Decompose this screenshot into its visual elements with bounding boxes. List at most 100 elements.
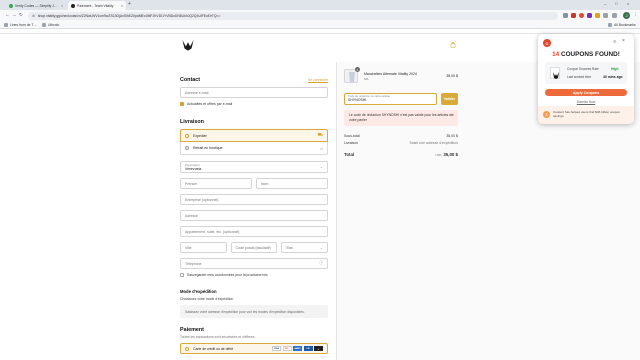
vitality-wasp-logo-icon[interactable] [181,38,195,52]
product-name: Manchettes Alternate Vitality 2024 [364,71,417,76]
city-field[interactable]: Ville [180,242,227,253]
newsletter-checkbox[interactable] [180,102,184,107]
coupon-stats-card: Coupon Success Rate High Last worked tim… [545,62,627,84]
delivery-option-ship[interactable]: Expédier ⛟ [180,129,328,142]
country-select[interactable]: Pays/région Venezuela ⌄ [180,161,328,173]
postal-code-field[interactable]: Code postal (facultatif) [230,242,278,253]
apply-coupon-button[interactable]: Valider [441,93,458,105]
chevron-down-icon: ⌄ [320,165,323,169]
lastname-field[interactable]: Nom [256,178,328,189]
tab-favicon-icon [71,3,75,8]
address-field[interactable]: Adresse [180,210,328,221]
extension-icon[interactable] [587,12,592,18]
dismiss-now-link[interactable]: Dismiss Now [538,100,634,104]
tab-verify-codes[interactable]: Verify Codes — Simplify J… × [6,1,66,10]
minimize-icon[interactable]: – [604,1,606,6]
payment-heading: Paiement [180,327,204,333]
radio-pickup[interactable] [185,146,189,150]
quantity-badge: 1 [355,67,360,72]
product-price: 35,00 $ [446,74,458,78]
shipping-method-section: Mode d'expédition Choisissez votre mode … [180,289,328,318]
login-link[interactable]: Se connecter [308,78,328,82]
help-circle-icon[interactable]: ⓘ [319,261,323,266]
sleeve-product-icon [349,72,355,82]
close-error-icon[interactable]: × [452,112,454,117]
new-tab-icon[interactable]: + [128,1,131,7]
save-info-checkbox[interactable] [180,273,184,278]
shipping-method-subtitle: Choisissez votre mode d'expédition [180,297,234,301]
close-popup-icon[interactable]: × [622,38,625,44]
footer-text: Coupert has helped users find $46 billio… [553,110,621,119]
tab-paiement[interactable]: Paiement - Team Vitality × [68,1,126,10]
coupons-found-title: 14 COUPONS FOUND! [552,51,620,58]
apply-coupons-button[interactable]: Apply Coupons [545,89,627,96]
order-summary: 1 Manchettes Alternate Vitality 2024 M/L… [344,67,458,157]
translate-icon[interactable] [563,12,568,18]
subtotal-row: Sous-total 35,00 $ [344,134,458,138]
delivery-heading: Livraison [180,119,204,125]
puzzle-extensions-icon[interactable] [603,12,608,18]
radio-ship[interactable] [185,133,189,138]
firstname-field[interactable]: Prénom [180,178,252,189]
all-bookmarks[interactable]: All Bookmarks [608,22,636,27]
tab-title: Verify Codes — Simplify J… [15,3,58,8]
more-cards-icon: + [314,346,323,351]
company-field[interactable]: Entreprise (optionnel) [180,194,328,205]
close-tab-icon[interactable]: × [121,4,123,8]
newsletter-option[interactable]: Actualités et offres par e-mail [180,102,328,107]
delivery-option-pickup[interactable]: Retrait en boutique ⌂ [180,142,328,155]
last-worked-label: Last worked time [567,75,592,79]
bookmark-favicon-icon [42,22,46,27]
mastercard-icon: MC [282,346,292,351]
product-variant: M/L [364,76,370,81]
browser-menu-icon[interactable]: ⋮ [633,12,638,18]
coupert-extension-icon[interactable] [579,12,584,18]
reload-icon[interactable]: ↻ [19,12,23,18]
bookmark-item[interactable]: Lines from de T… [4,22,37,27]
save-info-option[interactable]: Sauvegarder mes coordonnées pour la proc… [180,273,328,278]
info-badge-icon: $ [543,111,550,118]
bookmark-item[interactable]: Ulbcolo [42,22,59,27]
success-rate-value: High [611,67,619,71]
folder-icon [608,22,612,27]
coupert-logo-icon: C [543,39,551,47]
product-thumbnail: 1 [344,67,360,83]
bookmarks-bar [0,21,640,29]
extension-icon[interactable] [571,12,576,18]
chevron-down-icon: ⌄ [320,245,324,250]
amex-card-icon: AMEX [293,346,302,351]
apartment-field[interactable]: Appartement, suite, etc. (optionnel) [180,226,328,237]
shopping-bag-icon[interactable] [450,42,456,48]
coupon-error-message: Le code de réduction SHYNOSHI n'est pas … [344,110,458,126]
phone-field[interactable]: Téléphone ⓘ [180,258,328,269]
state-select[interactable]: État ⌄ [281,242,329,253]
payment-method-card[interactable]: Carte de crédit ou de débit VISA MC AMEX… [180,343,328,354]
url-text: shop.vitality.gg/checkouts/cn/Z2NwLWV1cm… [37,13,221,18]
extension-icon[interactable] [595,12,600,18]
address-bar[interactable]: ⊜ shop.vitality.gg/checkouts/cn/Z2NwLWV1… [28,11,558,20]
site-info-icon[interactable]: ⊜ [32,14,35,18]
close-tab-icon[interactable]: × [61,4,63,8]
tab-title: Paiement - Team Vitality [77,3,114,8]
cb-card-icon: CB [303,346,313,351]
store-logo-icon [550,67,560,79]
tab-favicon-icon [9,3,13,8]
settings-gear-icon[interactable]: ⚙ [613,39,617,44]
back-icon[interactable]: ← [5,12,10,17]
coupon-extension-popup: C ⚙ × 14 COUPONS FOUND! Coupon Success R… [538,34,634,124]
email-field[interactable]: Adresse e-mail [180,87,328,98]
profile-avatar[interactable]: J [623,11,630,19]
total-row: Total USD 35,00 $ [344,152,458,157]
close-window-icon[interactable]: × [627,1,629,6]
contact-section: Contact Se connecter Adresse e-mail Actu… [180,77,328,107]
coupon-input[interactable]: Code de réduction ou carte-cadeau SHYNOS… [344,93,437,105]
maximize-icon[interactable]: □ [615,1,617,6]
delivery-section: Livraison Expédier ⛟ Retrait en boutique… [180,119,329,278]
bookmark-favicon-icon [4,22,8,27]
radio-card[interactable] [185,346,189,351]
store-icon: ⌂ [320,145,323,151]
contact-heading: Contact [180,77,201,83]
side-panel-icon[interactable] [612,12,617,18]
forward-icon[interactable]: → [12,12,17,17]
success-rate-label: Coupon Success Rate [567,67,599,71]
